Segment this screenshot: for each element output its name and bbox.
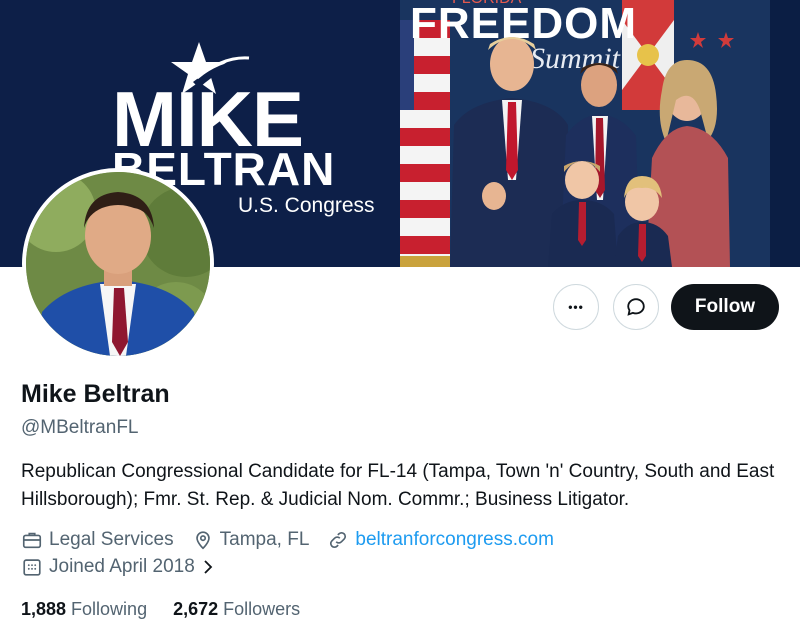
category-text: Legal Services bbox=[49, 529, 174, 550]
website-link[interactable]: beltranforcongress.com bbox=[355, 529, 554, 551]
calendar-icon bbox=[23, 559, 41, 576]
joined-text: Joined April 2018 bbox=[49, 556, 195, 577]
location-text: Tampa, FL bbox=[219, 529, 310, 550]
category-item: Legal Services bbox=[21, 529, 174, 551]
follow-stats: 1,888 Following 2,672 Followers bbox=[21, 599, 326, 620]
following-label: Following bbox=[71, 599, 148, 619]
handle: @MBeltranFL bbox=[21, 417, 139, 438]
more-icon: ••• bbox=[568, 300, 584, 314]
link-icon bbox=[330, 531, 347, 549]
banner-group-photo bbox=[450, 37, 730, 267]
joined-row: Joined April 2018 bbox=[21, 555, 239, 579]
avatar[interactable] bbox=[22, 168, 214, 360]
message-icon bbox=[627, 298, 645, 316]
follow-button[interactable]: Follow bbox=[671, 284, 779, 330]
location-item: Tampa, FL bbox=[192, 529, 310, 551]
following-count: 1,888 bbox=[21, 599, 72, 619]
followers-stat[interactable]: 2,672 Followers bbox=[173, 599, 300, 620]
message-button[interactable] bbox=[613, 284, 659, 330]
display-name: Mike Beltran bbox=[21, 380, 170, 408]
website-item[interactable]: beltranforcongress.com bbox=[327, 529, 554, 551]
banner-edge bbox=[770, 0, 800, 267]
followers-count: 2,672 bbox=[173, 599, 224, 619]
avatar-photo bbox=[26, 172, 210, 356]
joined-item[interactable]: Joined April 2018 bbox=[21, 556, 221, 578]
banner-subtitle: U.S. Congress bbox=[238, 194, 375, 217]
profile-meta-row: Legal Services Tampa, FL beltranforcongr… bbox=[21, 528, 572, 552]
chevron-right-icon bbox=[204, 560, 213, 574]
followers-label: Followers bbox=[223, 599, 301, 619]
briefcase-icon bbox=[22, 532, 42, 549]
location-pin-icon bbox=[195, 531, 210, 550]
bio: Republican Congressional Candidate for F… bbox=[21, 461, 775, 510]
following-stat[interactable]: 1,888 Following bbox=[21, 599, 147, 620]
more-button[interactable]: ••• bbox=[553, 284, 599, 330]
